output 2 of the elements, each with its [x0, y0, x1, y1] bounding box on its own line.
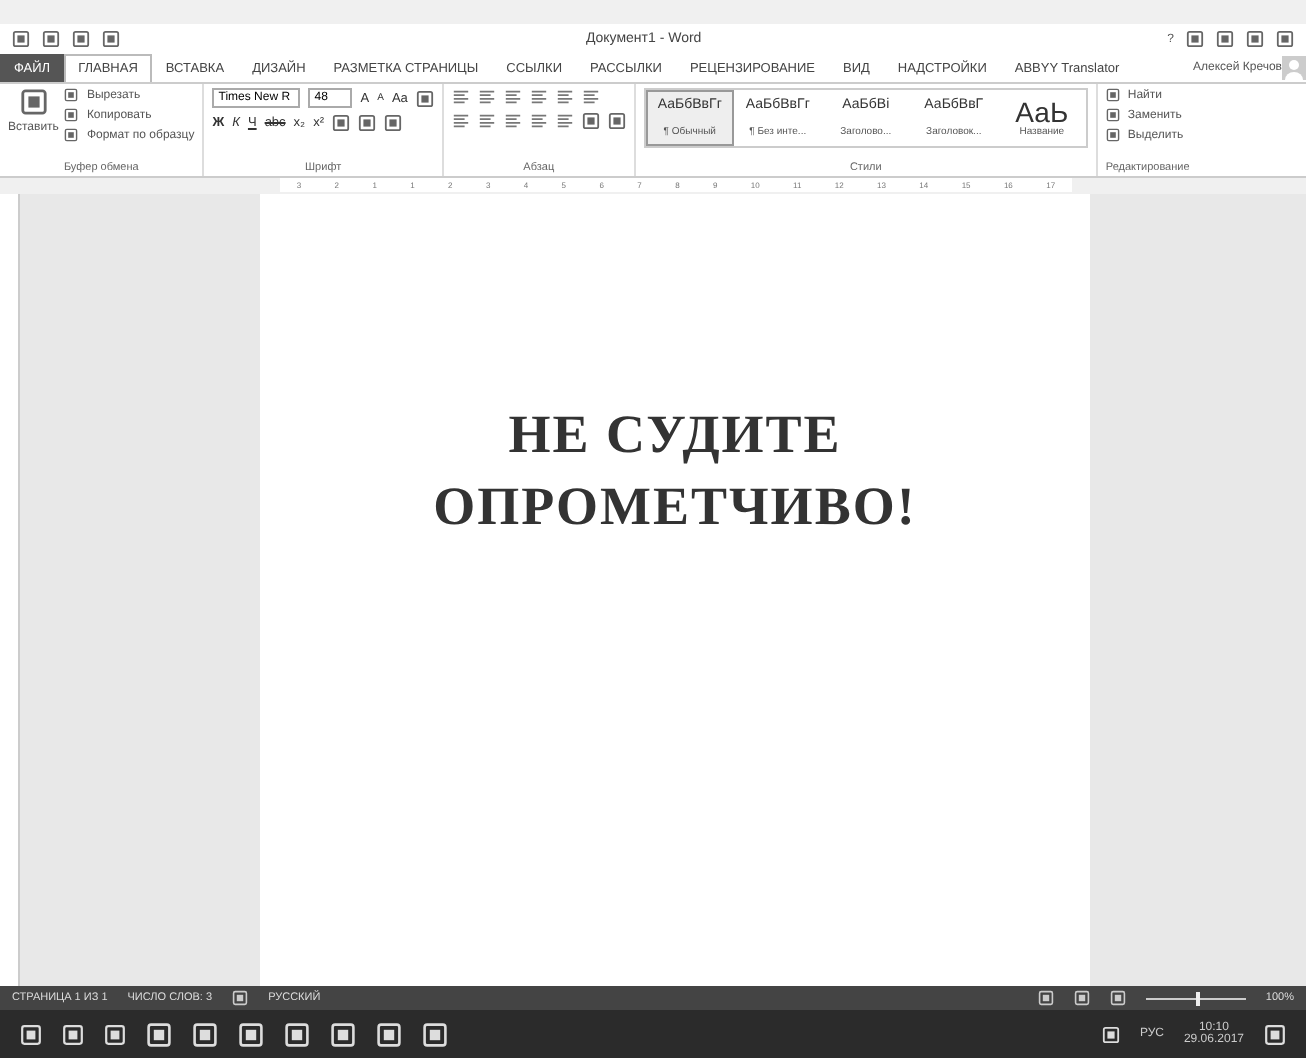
document-text: НЕ СУДИТЕ — [508, 402, 842, 468]
document-text: ОПРОМЕТЧИВО! — [433, 474, 917, 540]
